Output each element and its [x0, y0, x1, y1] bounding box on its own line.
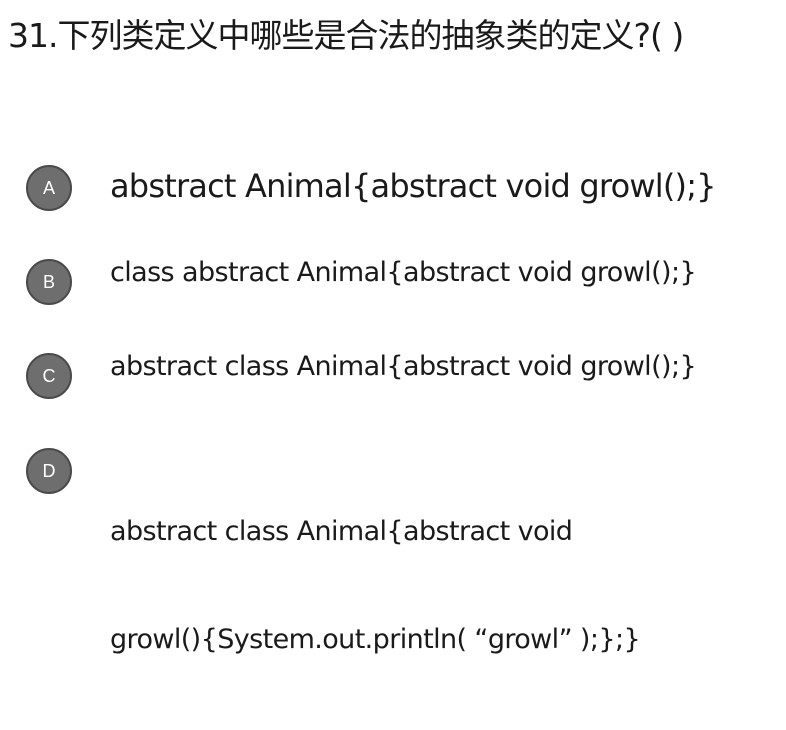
- option-a-text: abstract Animal{abstract void growl();}: [110, 167, 717, 205]
- option-a-letter: A: [42, 177, 55, 198]
- option-c-letter: C: [42, 365, 56, 386]
- option-c-text: abstract class Animal{abstract void grow…: [110, 351, 697, 382]
- option-b-text: class abstract Animal{abstract void grow…: [110, 257, 697, 288]
- option-d-letter: D: [42, 460, 56, 481]
- option-c-badge[interactable]: C: [26, 353, 72, 399]
- option-b-letter: B: [42, 271, 55, 292]
- option-d-text: abstract class Animal{abstract void grow…: [110, 442, 770, 730]
- question-title: 31.下列类定义中哪些是合法的抽象类的定义?( ): [8, 16, 684, 55]
- option-a-badge[interactable]: A: [26, 165, 72, 211]
- option-b-badge[interactable]: B: [26, 259, 72, 305]
- option-d-badge[interactable]: D: [26, 448, 72, 494]
- option-d-text-line2: growl(){System.out.println( “growl” );};…: [110, 624, 641, 655]
- option-d-text-line1: abstract class Animal{abstract void: [110, 516, 573, 547]
